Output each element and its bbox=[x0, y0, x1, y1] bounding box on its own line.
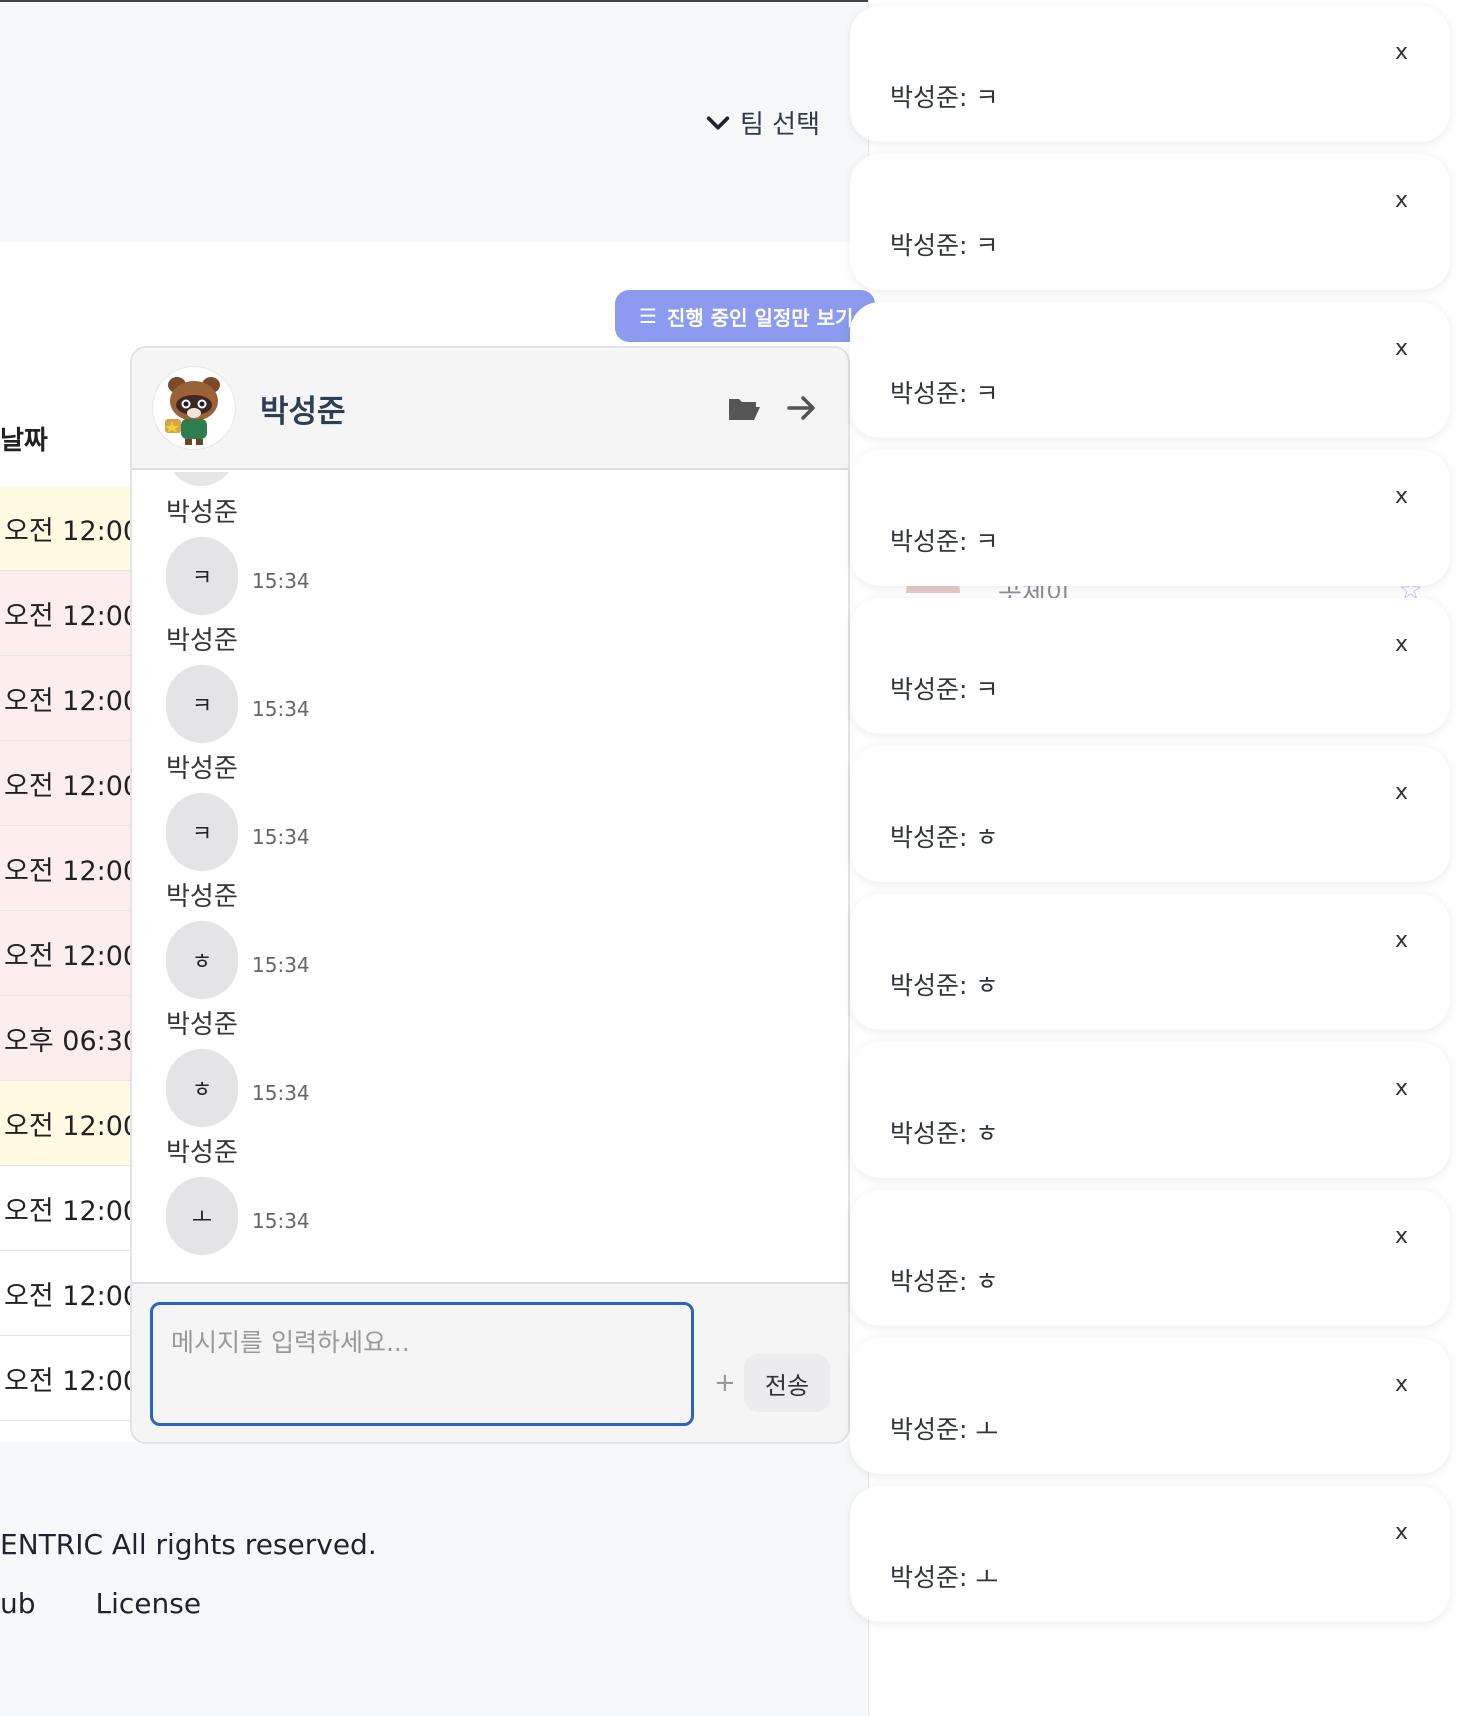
message-bubble: ㅋ bbox=[166, 537, 238, 615]
list-icon: ☰ bbox=[639, 304, 657, 328]
close-button[interactable]: x bbox=[1395, 336, 1408, 361]
message-time: 15:34 bbox=[252, 697, 310, 721]
schedule-row-time[interactable]: 오전 12:00 bbox=[0, 571, 132, 656]
chat-user-name: 박성준 bbox=[260, 393, 346, 430]
message-sender: 박성준 bbox=[166, 1138, 238, 1168]
notification-toast[interactable]: x 박성준: ㅋ bbox=[850, 598, 1450, 734]
date-column-header: 날짜 bbox=[0, 426, 48, 456]
notification-text: 박성준: ㅎ bbox=[890, 971, 999, 1000]
schedule-row-time[interactable]: 오전 12:00 bbox=[0, 741, 132, 826]
message-bubble: ㅎ bbox=[166, 921, 238, 999]
footer-link-license[interactable]: License bbox=[96, 1587, 202, 1620]
message-sender: 박성준 bbox=[166, 754, 238, 784]
schedule-row-time[interactable]: 오전 12:00 bbox=[0, 486, 132, 571]
schedule-row-time[interactable]: 오전 12:00 bbox=[0, 1081, 132, 1166]
schedule-row-time[interactable]: 오전 12:00 bbox=[0, 1166, 132, 1251]
send-button[interactable]: 전송 bbox=[744, 1354, 830, 1412]
chat-message: 박성준 ㅎ 15:34 bbox=[166, 876, 310, 999]
message-bubble: ㅗ bbox=[166, 1177, 238, 1255]
folder-open-icon[interactable] bbox=[726, 390, 762, 426]
message-bubble: ㅋ bbox=[166, 665, 238, 743]
notification-toast[interactable]: x 박성준: ㅎ bbox=[850, 1042, 1450, 1178]
message-sender: 박성준 bbox=[166, 882, 238, 912]
message-bubble: ㅋ bbox=[166, 793, 238, 871]
schedule-row-time[interactable]: 오전 12:00 bbox=[0, 1251, 132, 1336]
message-time: 15:34 bbox=[252, 953, 310, 977]
chat-message: 박성준 ㅎ 15:34 bbox=[166, 1004, 310, 1127]
notification-text: 박성준: ㅋ bbox=[890, 527, 999, 556]
notification-text: 박성준: ㅋ bbox=[890, 83, 999, 112]
chevron-down-icon bbox=[706, 115, 730, 130]
message-sender: 박성준 bbox=[166, 1010, 238, 1040]
chat-window: 박성준 박성준 ㅋ 15:34 박성준 ㅋ 15:34 박성준 ㅋ 15:34 박성준 ㅎ 15:34… bbox=[130, 346, 850, 1444]
notification-toast[interactable]: x 박성준: ㅋ bbox=[850, 450, 1450, 586]
message-sender: 박성준 bbox=[166, 498, 238, 528]
notification-toast[interactable]: x 박성준: ㅗ bbox=[850, 1486, 1450, 1622]
notification-text: 박성준: ㅎ bbox=[890, 823, 999, 852]
close-button[interactable]: x bbox=[1395, 1224, 1408, 1249]
message-list[interactable]: 박성준 ㅋ 15:34 박성준 ㅋ 15:34 박성준 ㅋ 15:34 박성준 ㅎ 15:34 박성준 ㅎ… bbox=[132, 472, 848, 1282]
close-button[interactable]: x bbox=[1395, 1076, 1408, 1101]
message-bubble-partial bbox=[166, 472, 236, 486]
notification-text: 박성준: ㅎ bbox=[890, 1267, 999, 1296]
notification-text: 박성준: ㅋ bbox=[890, 379, 999, 408]
message-sender: 박성준 bbox=[166, 626, 238, 656]
schedule-row-time[interactable]: 오전 12:00 bbox=[0, 656, 132, 741]
arrow-right-icon[interactable] bbox=[784, 390, 820, 426]
notification-toast[interactable]: x 박성준: ㅎ bbox=[850, 894, 1450, 1030]
team-select-dropdown[interactable]: 팀 선택 bbox=[704, 104, 820, 141]
chat-message: 박성준 ㅋ 15:34 bbox=[166, 492, 310, 615]
chat-message: 박성준 ㅋ 15:34 bbox=[166, 620, 310, 743]
close-button[interactable]: x bbox=[1395, 1372, 1408, 1397]
schedule-row-time[interactable]: 오전 12:00 bbox=[0, 826, 132, 911]
close-button[interactable]: x bbox=[1395, 928, 1408, 953]
footer-link-github[interactable]: ub bbox=[0, 1587, 36, 1620]
ongoing-filter-label: 진행 중인 일정만 보기 bbox=[666, 305, 854, 330]
notification-text: 박성준: ㅗ bbox=[890, 1563, 999, 1592]
notification-text: 박성준: ㅎ bbox=[890, 1119, 999, 1148]
notification-toast[interactable]: x 박성준: ㅎ bbox=[850, 1190, 1450, 1326]
message-time: 15:34 bbox=[252, 569, 310, 593]
message-time: 15:34 bbox=[252, 1209, 310, 1233]
chat-message: 박성준 ㅋ 15:34 bbox=[166, 748, 310, 871]
close-button[interactable]: x bbox=[1395, 484, 1408, 509]
message-time: 15:34 bbox=[252, 1081, 310, 1105]
chat-header: 박성준 bbox=[132, 348, 848, 470]
schedule-time-column: 오전 12:00 오전 12:00 오전 12:00 오전 12:00 오전 12:00… bbox=[0, 486, 132, 1421]
footer-copyright: ENTRIC All rights reserved. bbox=[0, 1528, 377, 1561]
notification-toast[interactable]: x 박성준: ㅗ bbox=[850, 1338, 1450, 1474]
notification-toast[interactable]: x 박성준: ㅋ bbox=[850, 302, 1450, 438]
notification-text: 박성준: ㅋ bbox=[890, 675, 999, 704]
schedule-row-time[interactable]: 오전 12:00 bbox=[0, 1336, 132, 1421]
notification-toast[interactable]: x 박성준: ㅋ bbox=[850, 154, 1450, 290]
close-button[interactable]: x bbox=[1395, 1520, 1408, 1545]
close-button[interactable]: x bbox=[1395, 188, 1408, 213]
message-input[interactable] bbox=[150, 1302, 694, 1426]
chat-input-area: + 전송 bbox=[132, 1282, 848, 1442]
notification-text: 박성준: ㅋ bbox=[890, 231, 999, 260]
schedule-row-time[interactable]: 오후 06:30 bbox=[0, 996, 132, 1081]
close-button[interactable]: x bbox=[1395, 40, 1408, 65]
close-button[interactable]: x bbox=[1395, 632, 1408, 657]
footer-links: ub License bbox=[0, 1587, 201, 1620]
close-button[interactable]: x bbox=[1395, 780, 1408, 805]
avatar bbox=[152, 366, 236, 450]
chat-message: 박성준 ㅗ 15:34 bbox=[166, 1132, 310, 1255]
notification-text: 박성준: ㅗ bbox=[890, 1415, 999, 1444]
team-select-label: 팀 선택 bbox=[740, 110, 821, 140]
attach-plus-button[interactable]: + bbox=[714, 1368, 736, 1398]
schedule-row-time[interactable]: 오전 12:00 bbox=[0, 911, 132, 996]
notification-toast[interactable]: x 박성준: ㅋ bbox=[850, 6, 1450, 142]
raccoon-avatar-icon bbox=[165, 377, 220, 445]
ongoing-filter-button[interactable]: ☰ 진행 중인 일정만 보기 bbox=[615, 290, 875, 342]
message-bubble: ㅎ bbox=[166, 1049, 238, 1127]
notification-toast[interactable]: x 박성준: ㅎ bbox=[850, 746, 1450, 882]
message-time: 15:34 bbox=[252, 825, 310, 849]
